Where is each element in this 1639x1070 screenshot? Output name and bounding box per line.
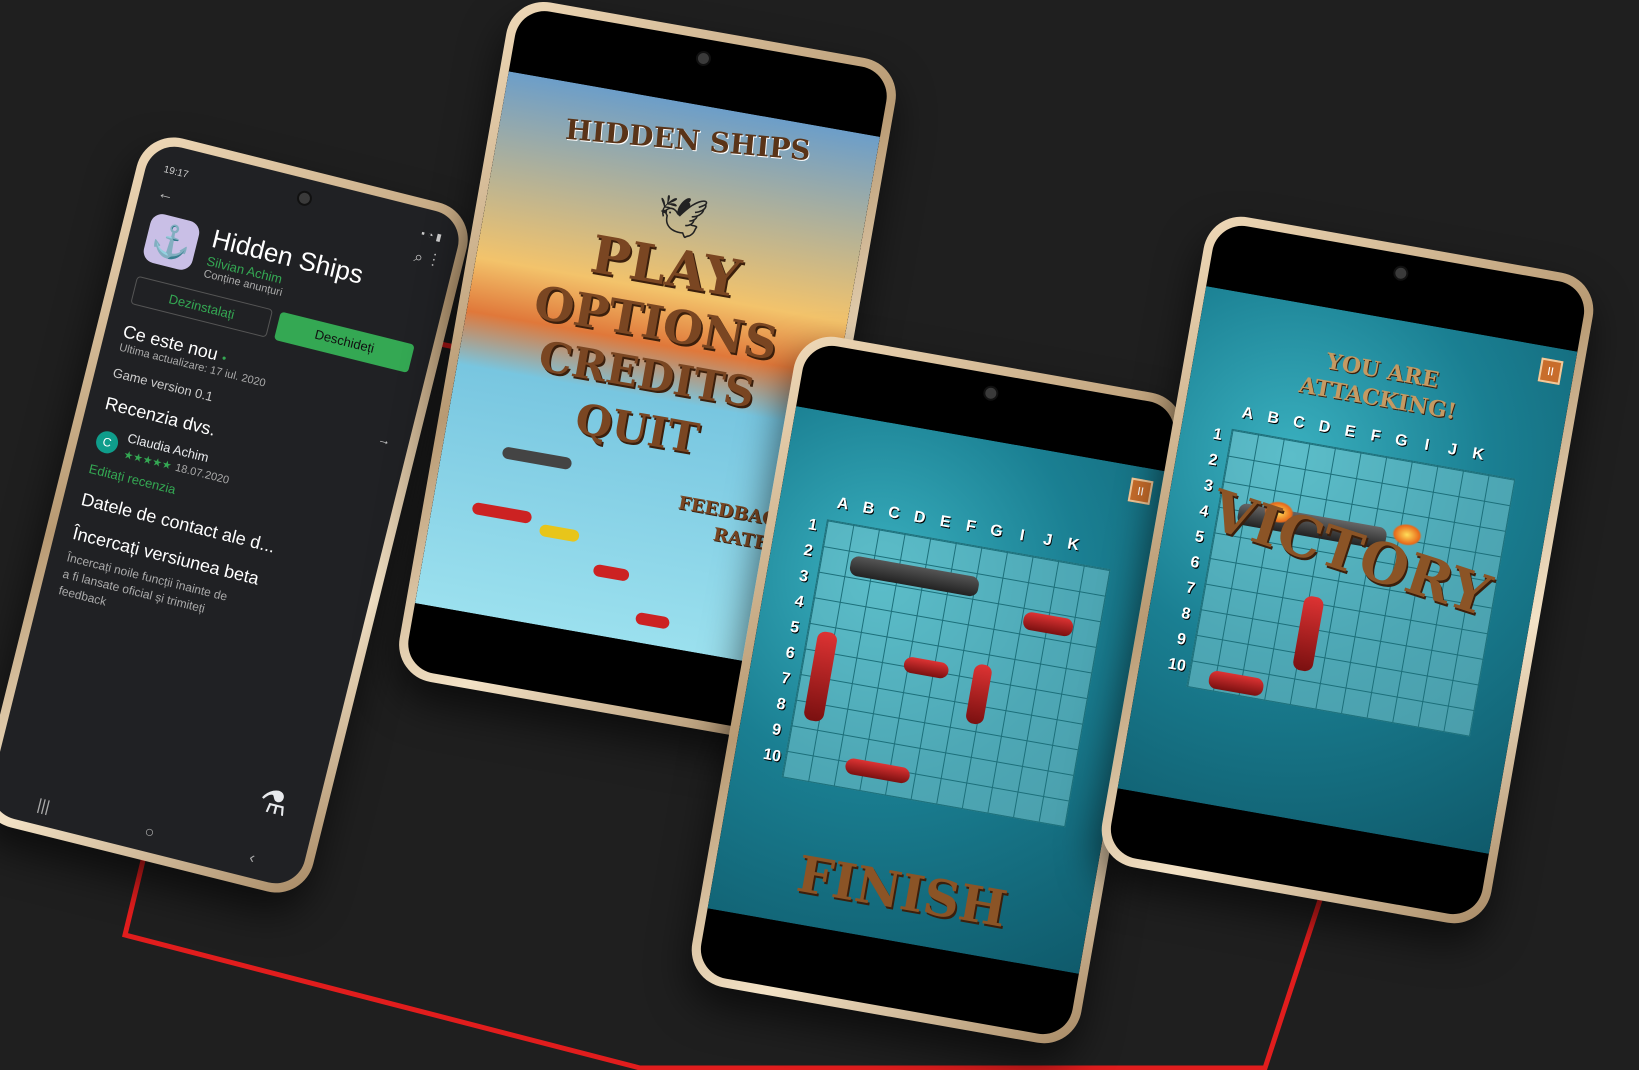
status-icons: ▪ ◔ ▮ bbox=[419, 228, 443, 244]
front-camera bbox=[1391, 264, 1410, 282]
pause-button[interactable]: II bbox=[1537, 357, 1564, 385]
patrol-boat[interactable] bbox=[964, 663, 993, 726]
recent-apps-icon[interactable]: ||| bbox=[35, 796, 51, 816]
home-icon[interactable]: ○ bbox=[142, 823, 156, 843]
front-camera bbox=[981, 384, 1000, 402]
search-icon[interactable]: ⌕ bbox=[412, 248, 425, 267]
game-grid[interactable]: A B C D E F G I J K 1 2 3 4 5 6 7 8 9 10 bbox=[749, 489, 1121, 870]
new-indicator-dot: • bbox=[220, 350, 228, 366]
grid-cells[interactable] bbox=[781, 519, 1111, 828]
cruise-ship[interactable] bbox=[848, 555, 981, 598]
speedboat[interactable] bbox=[844, 757, 911, 785]
status-time: 19:17 bbox=[162, 164, 190, 181]
front-camera bbox=[694, 49, 712, 68]
back-arrow-icon[interactable]: ← bbox=[156, 184, 176, 205]
sunk-boat bbox=[1207, 669, 1265, 698]
arrow-right-icon[interactable]: → bbox=[376, 431, 392, 449]
back-icon[interactable]: ‹ bbox=[247, 849, 256, 868]
warship[interactable] bbox=[802, 630, 839, 723]
pause-button[interactable]: II bbox=[1127, 477, 1154, 505]
speedboat[interactable] bbox=[902, 655, 950, 680]
avatar: C bbox=[93, 428, 121, 456]
anchor-icon: ⚓ bbox=[141, 211, 202, 273]
flask-icon: ⚗ bbox=[255, 781, 292, 824]
more-options-icon[interactable]: ⋮ bbox=[430, 253, 438, 270]
sunk-warship bbox=[1291, 595, 1325, 673]
speedboat[interactable] bbox=[1021, 611, 1075, 638]
